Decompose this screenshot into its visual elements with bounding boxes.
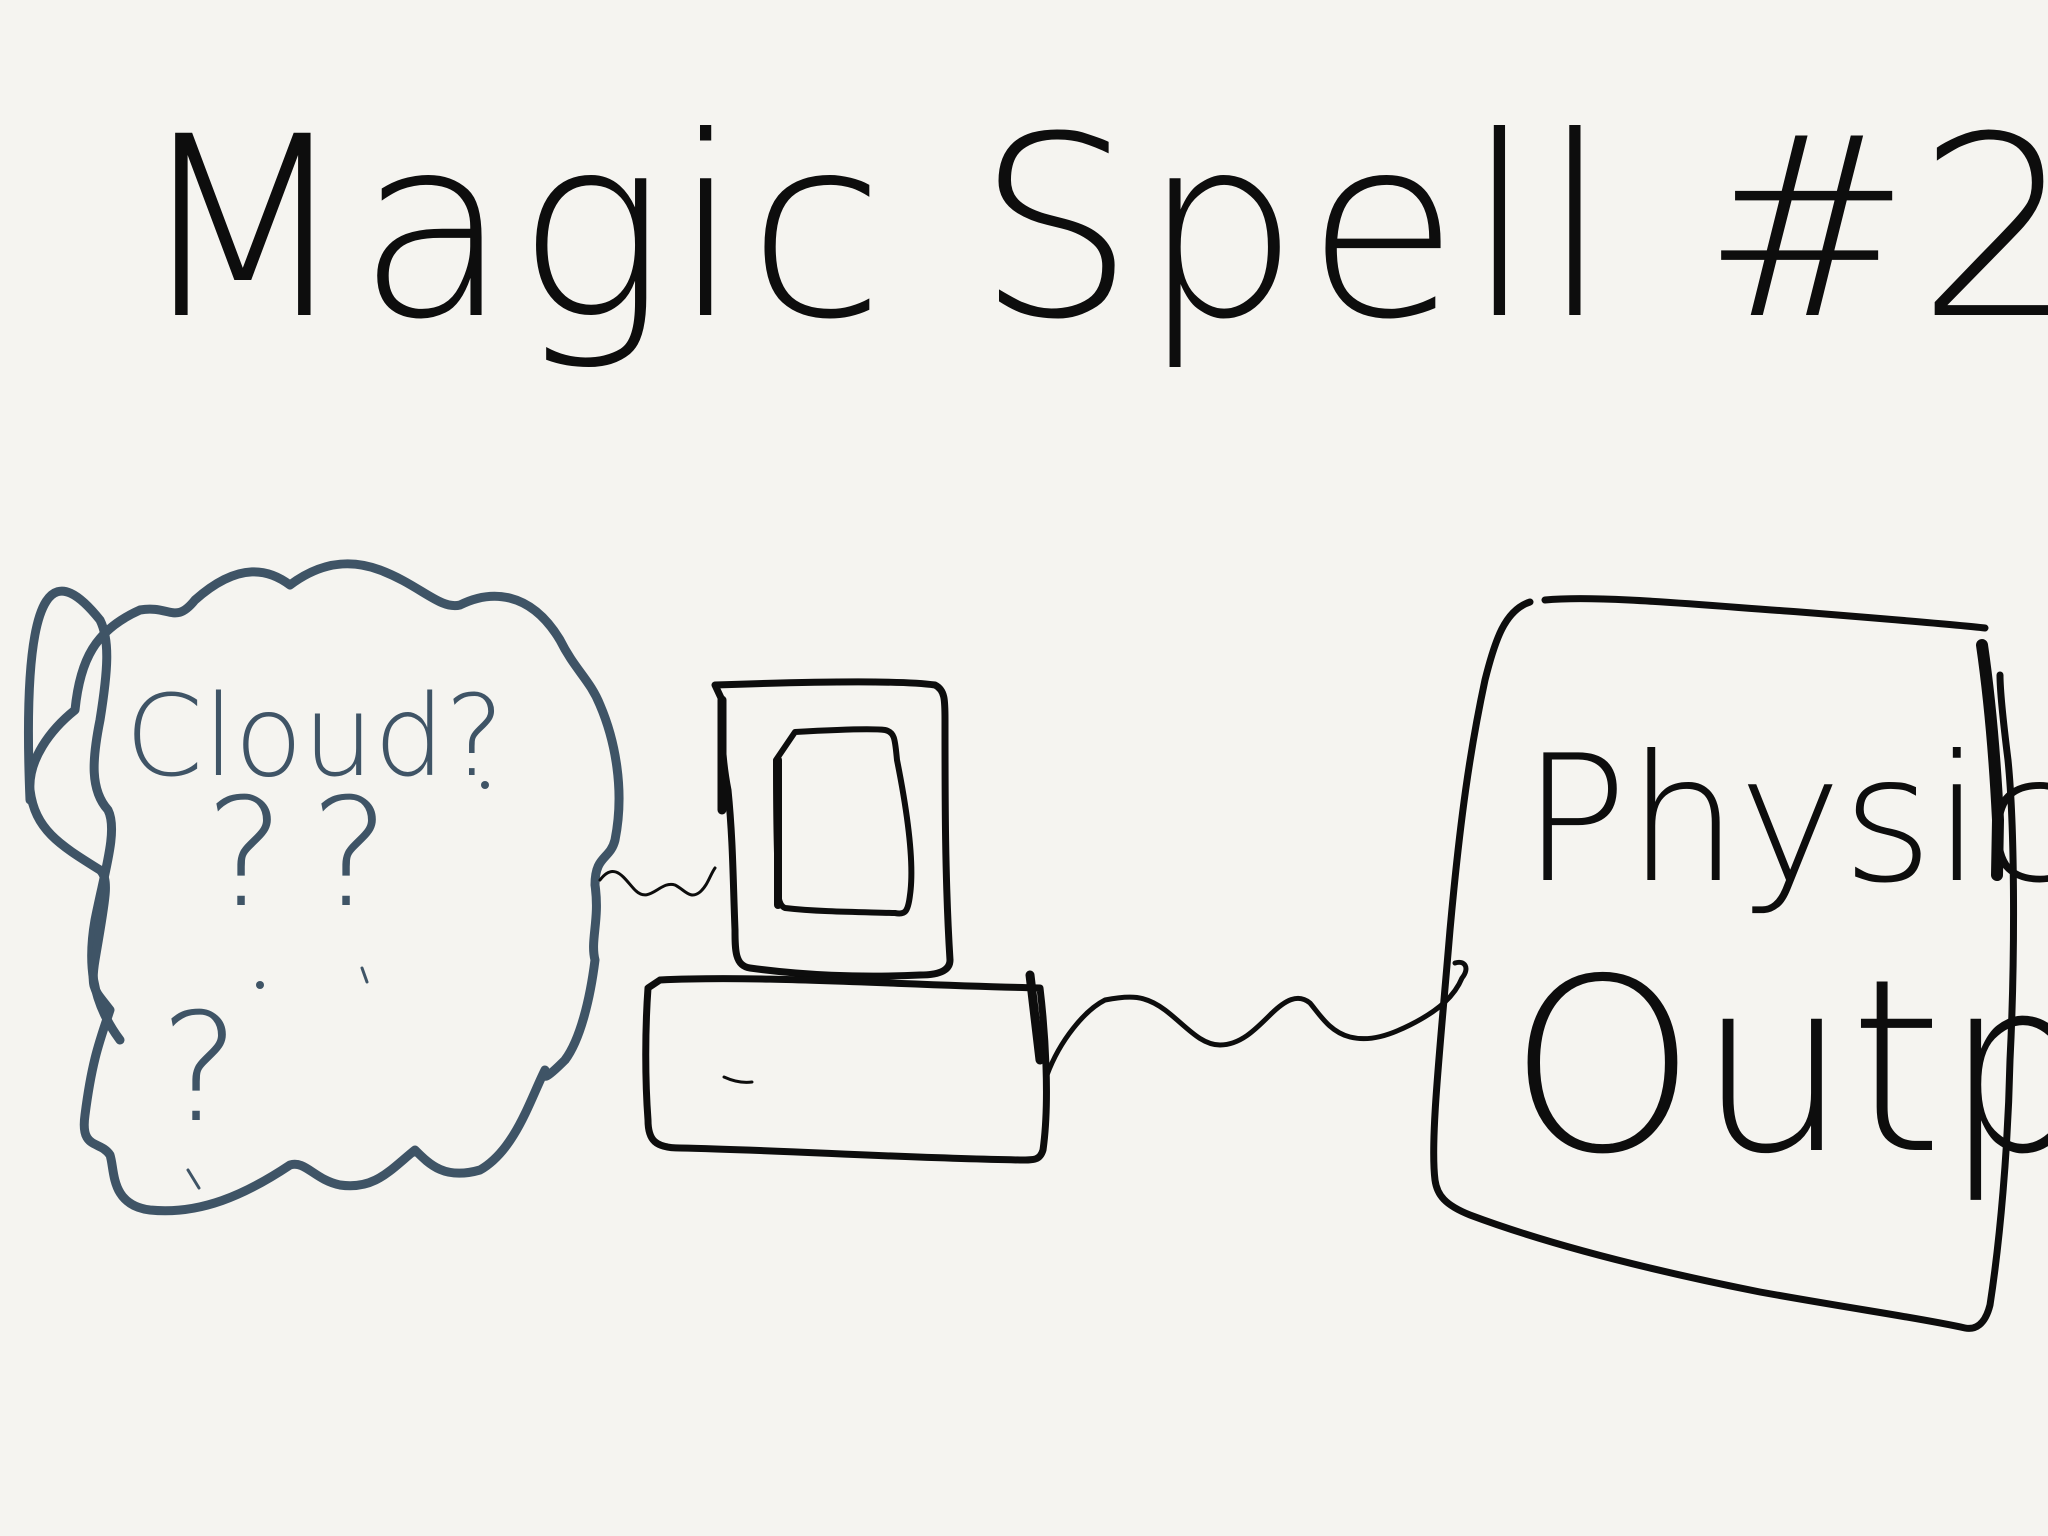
cloud-dot xyxy=(481,781,489,789)
question-mark-3: ? xyxy=(160,982,240,1156)
monitor-screen xyxy=(773,726,915,917)
cable-cloud-to-monitor xyxy=(598,866,717,897)
cloud-tick xyxy=(186,1168,201,1190)
output-label-output: Output xyxy=(1508,927,2048,1207)
monitor-frame xyxy=(711,678,954,980)
cloud-tick xyxy=(360,966,369,984)
cable-computer-to-output xyxy=(1044,959,1469,1078)
drive-slot xyxy=(722,1075,754,1084)
sketch-canvas: Magic Spell #2 Cloud? ? ? ? Physical Out… xyxy=(23,83,2048,1332)
question-mark-2: ? xyxy=(310,767,390,941)
question-mark-1: ? xyxy=(205,767,285,941)
output-label-physical: Physical xyxy=(1522,719,2048,922)
computer-base xyxy=(642,975,1050,1164)
cloud-dot xyxy=(256,981,264,989)
page-title: Magic Spell #2 xyxy=(135,83,2048,374)
